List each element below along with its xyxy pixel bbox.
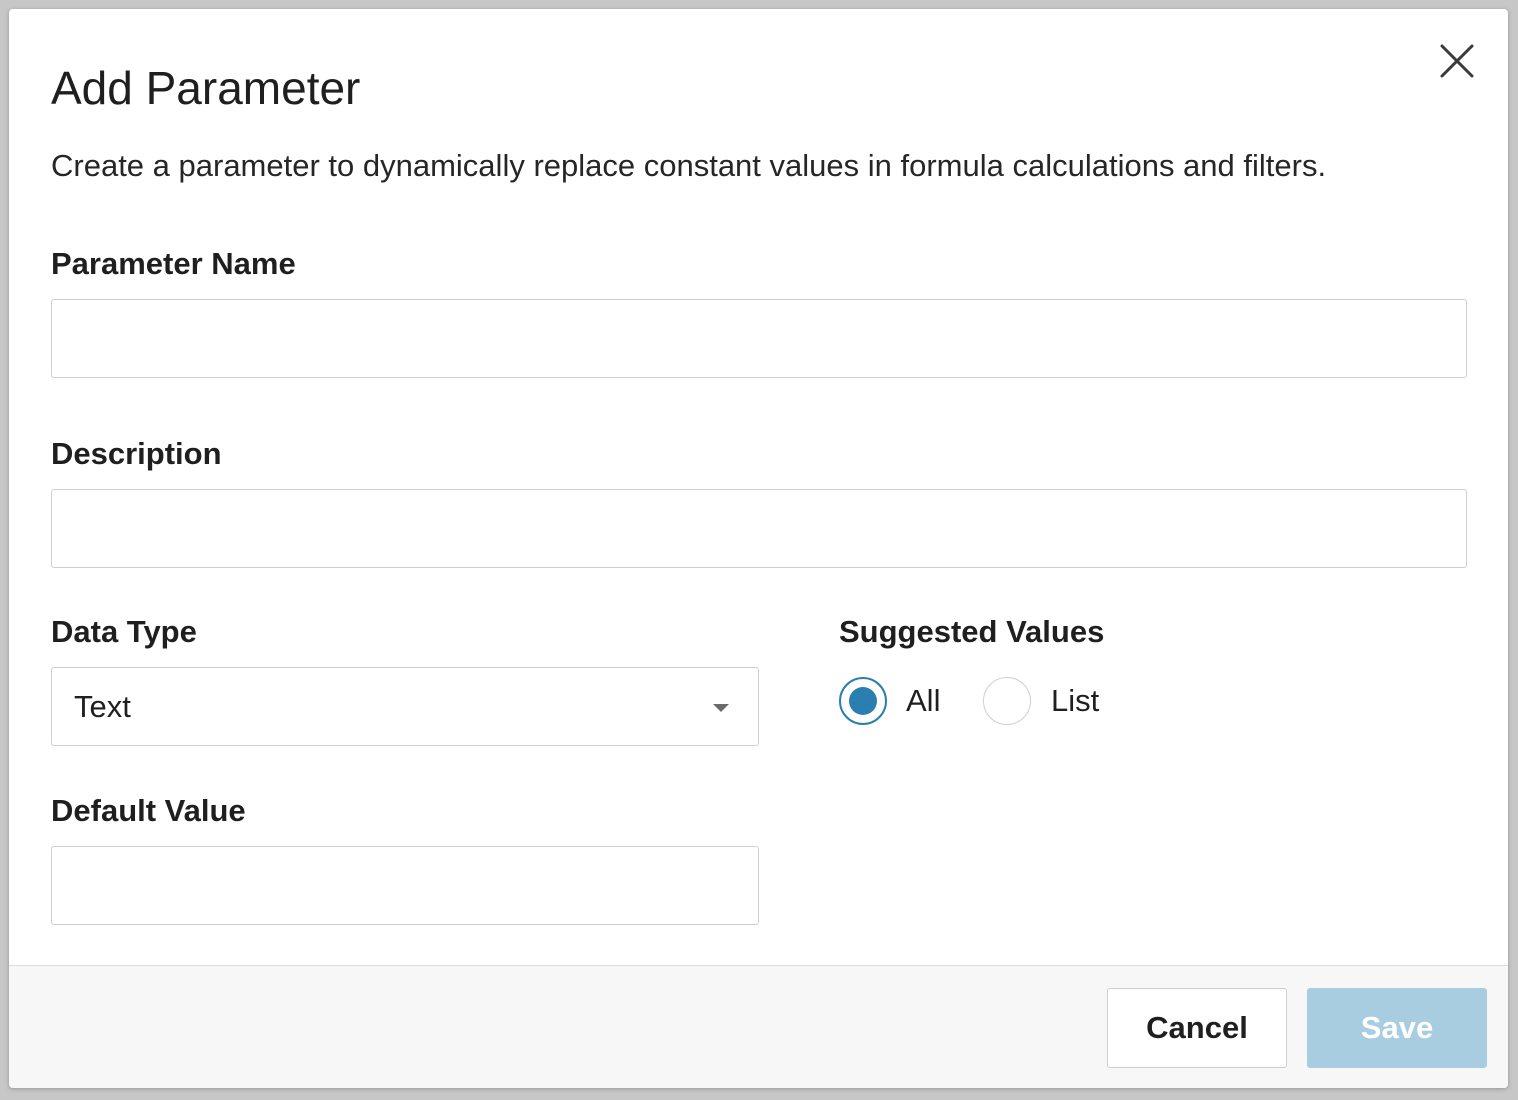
description-label: Description xyxy=(51,436,222,471)
data-type-selected-value: Text xyxy=(74,689,131,724)
cancel-button[interactable]: Cancel xyxy=(1107,988,1287,1068)
radio-option-all[interactable]: All xyxy=(839,677,949,725)
data-type-label: Data Type xyxy=(51,614,197,649)
close-icon xyxy=(1440,44,1474,78)
chevron-down-icon xyxy=(713,704,729,712)
default-value-input[interactable] xyxy=(51,846,759,925)
radio-list-label: List xyxy=(1051,683,1100,718)
radio-all-label: All xyxy=(906,683,941,718)
dialog-title: Add Parameter xyxy=(51,62,361,114)
close-button[interactable] xyxy=(1435,39,1479,83)
radio-list[interactable] xyxy=(983,677,1031,725)
data-type-select[interactable]: Text xyxy=(51,667,759,746)
parameter-name-input[interactable] xyxy=(51,299,1467,378)
suggested-values-label: Suggested Values xyxy=(839,614,1105,649)
parameter-name-label: Parameter Name xyxy=(51,246,296,281)
default-value-label: Default Value xyxy=(51,793,246,828)
radio-option-list[interactable]: List xyxy=(983,677,1113,725)
dialog-footer: Cancel Save xyxy=(9,965,1508,1088)
radio-selected-dot xyxy=(849,687,877,715)
description-input[interactable] xyxy=(51,489,1467,568)
add-parameter-dialog: Add Parameter Create a parameter to dyna… xyxy=(9,9,1508,1088)
dialog-description: Create a parameter to dynamically replac… xyxy=(51,148,1327,183)
save-button[interactable]: Save xyxy=(1307,988,1487,1068)
radio-all[interactable] xyxy=(839,677,887,725)
